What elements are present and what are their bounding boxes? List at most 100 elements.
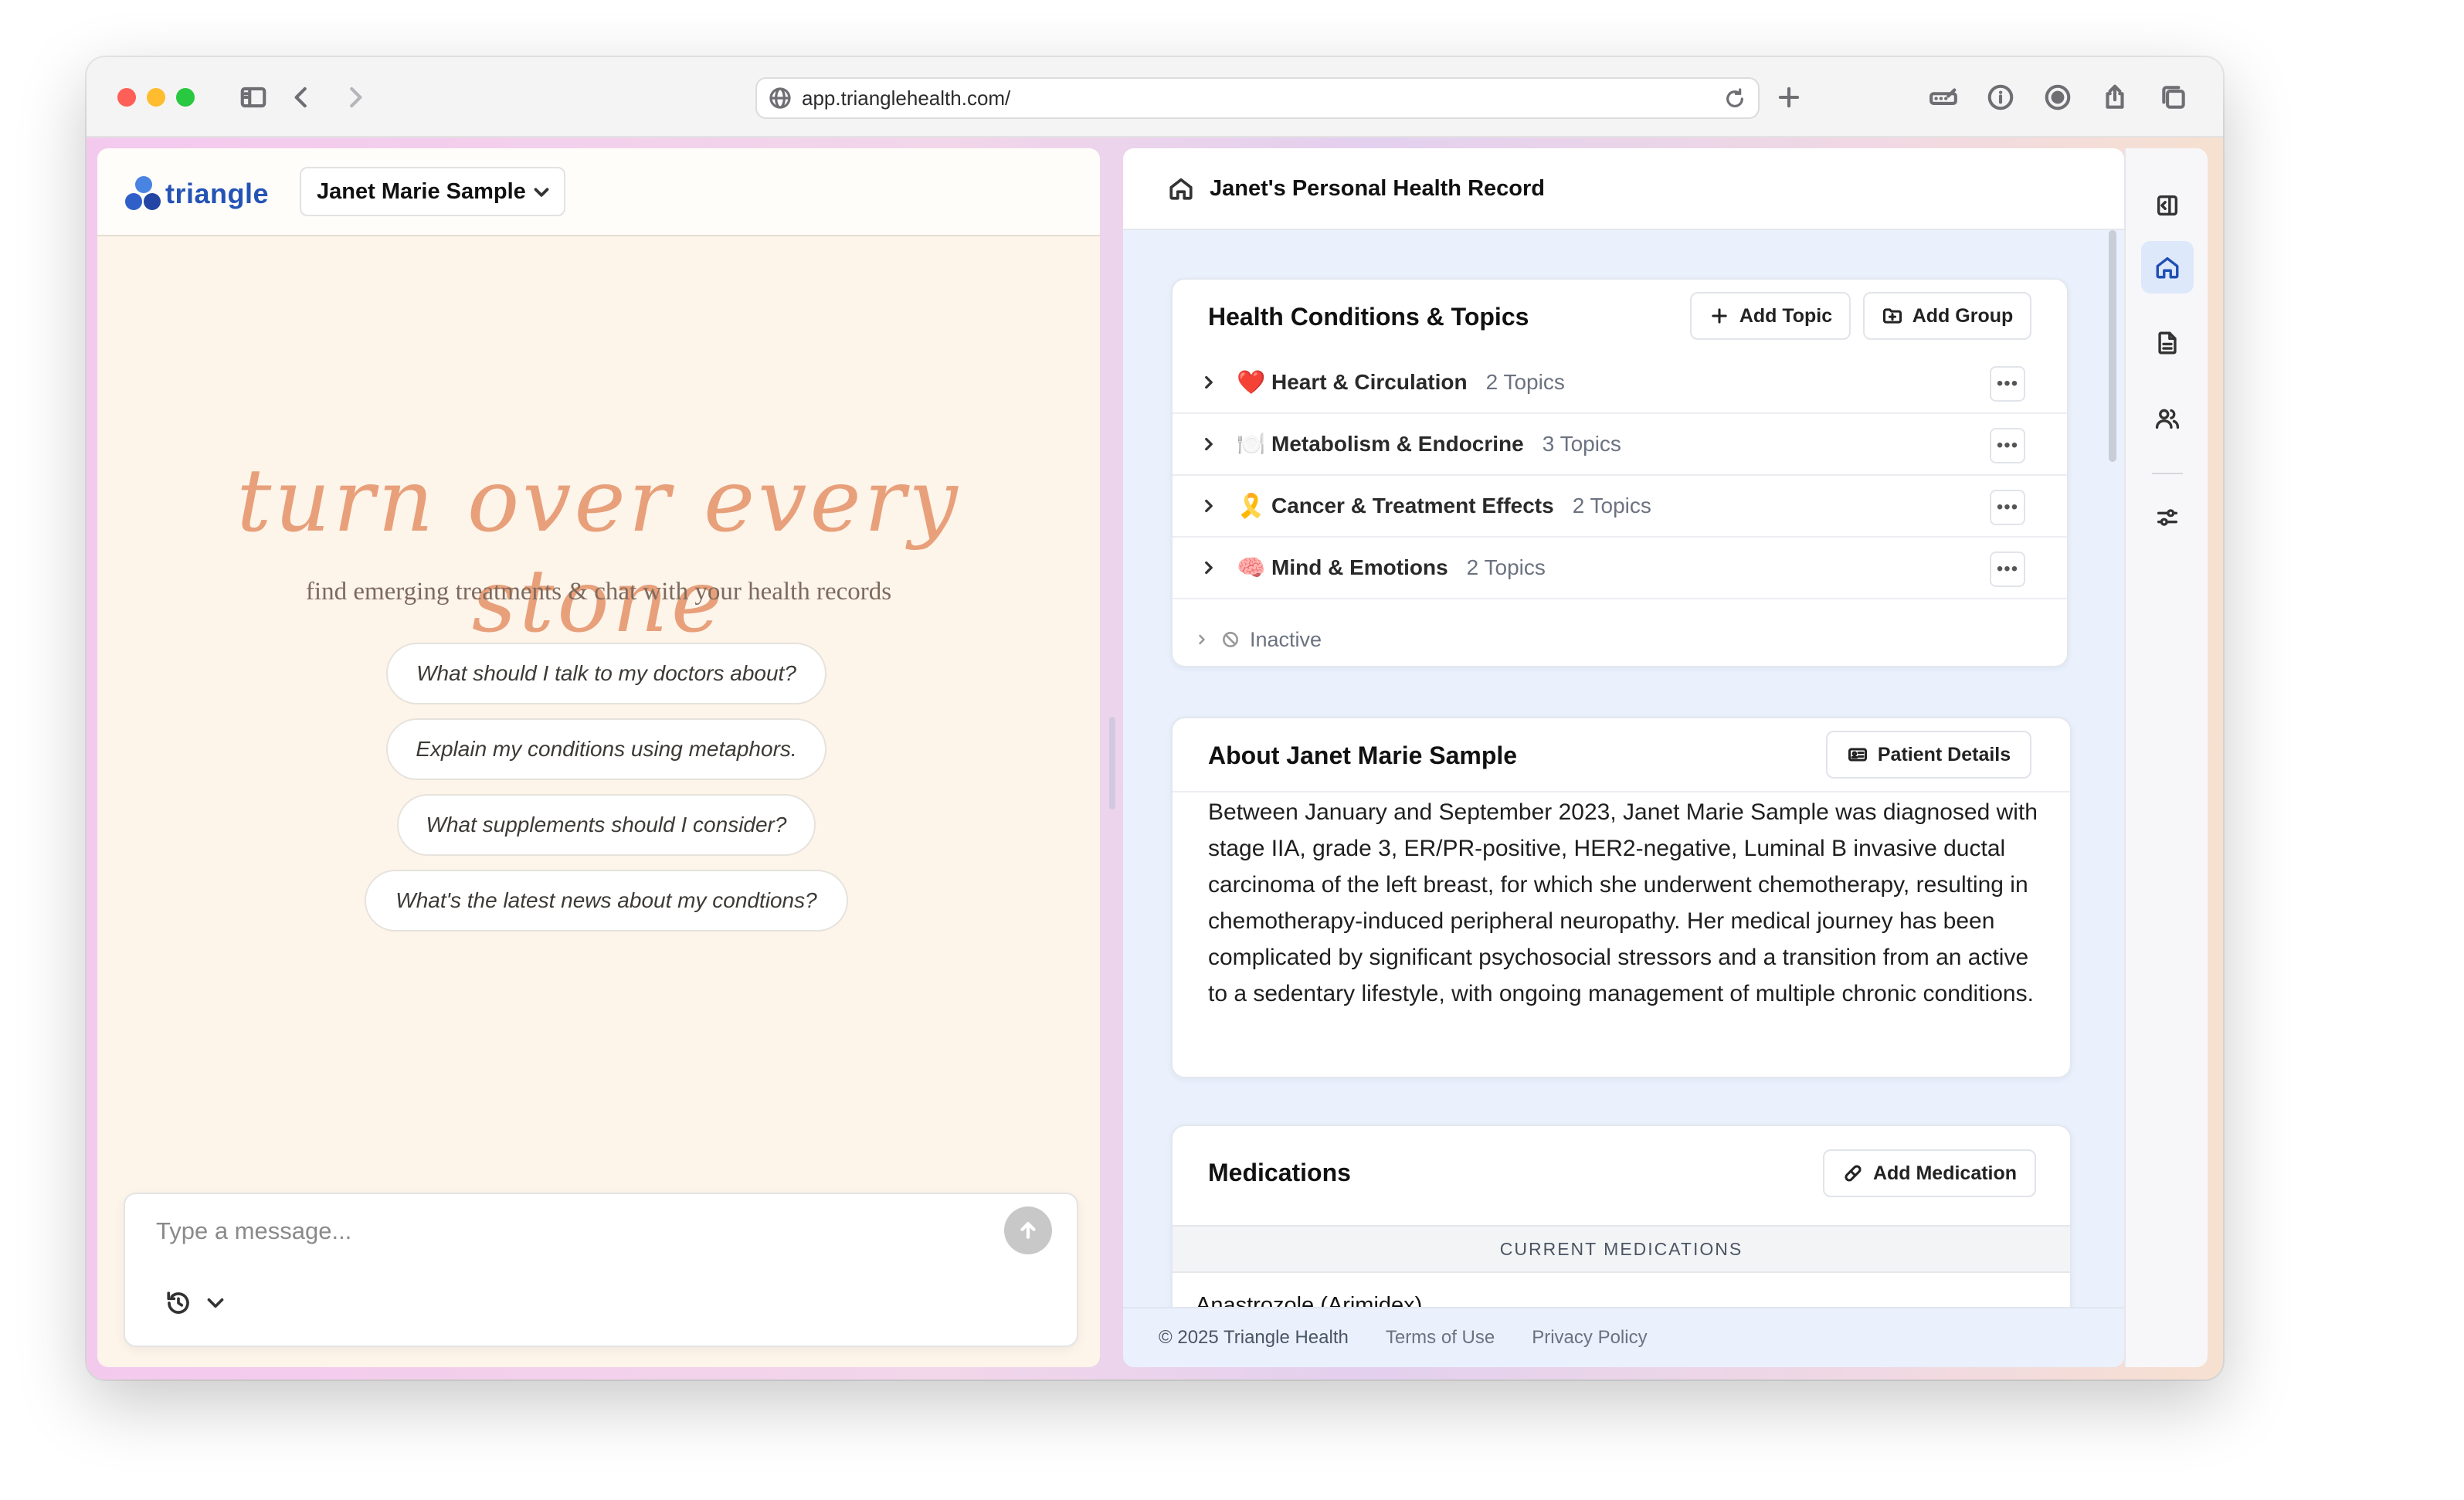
more-options-icon[interactable]: •••: [1990, 551, 2025, 587]
condition-topic-count: 3 Topics: [1542, 432, 1621, 456]
condition-group-name: Mind & Emotions: [1271, 555, 1448, 579]
medications-card-title: Medications: [1208, 1159, 1351, 1186]
sidebar-toggle-icon[interactable]: [233, 77, 273, 117]
heart-icon: ❤️: [1237, 369, 1266, 395]
page-content: triangle Janet Marie Sample turn over ev…: [87, 137, 2223, 1380]
patient-selector[interactable]: Janet Marie Sample: [300, 167, 565, 216]
rail-settings-button[interactable]: [2141, 491, 2194, 544]
plus-icon: [1709, 305, 1730, 327]
id-card-icon: [1847, 744, 1868, 765]
panel-resize-handle[interactable]: [1109, 717, 1115, 809]
message-input[interactable]: Type a message...: [156, 1217, 351, 1245]
more-options-icon[interactable]: •••: [1990, 428, 2025, 463]
conditions-card-title: Health Conditions & Topics: [1208, 303, 1529, 331]
prompt-suggestion-doctors[interactable]: What should I talk to my doctors about?: [386, 643, 826, 704]
forward-arrow-icon[interactable]: [335, 77, 375, 117]
chat-header: triangle Janet Marie Sample: [97, 148, 1100, 236]
health-record-panel: Janet's Personal Health Record Health Co…: [1123, 148, 2124, 1367]
document-icon: [2158, 331, 2177, 355]
tabs-overview-icon[interactable]: [2153, 77, 2194, 117]
rail-care-team-button[interactable]: [2141, 392, 2194, 445]
triangle-logo[interactable]: triangle: [125, 176, 269, 212]
browser-toolbar: app.trianglehealth.com/: [87, 57, 2223, 137]
condition-group-row[interactable]: ❤️ Heart & Circulation 2 Topics •••: [1173, 352, 2067, 414]
condition-group-name: Heart & Circulation: [1271, 370, 1468, 394]
info-icon[interactable]: [1980, 77, 2021, 117]
condition-topic-count: 2 Topics: [1572, 494, 1651, 518]
more-options-icon[interactable]: •••: [1990, 366, 2025, 402]
add-topic-label: Add Topic: [1739, 304, 1833, 327]
send-button[interactable]: [1004, 1206, 1052, 1254]
add-group-label: Add Group: [1912, 304, 2014, 327]
chevron-right-icon: [1194, 632, 1210, 647]
users-icon: [2155, 409, 2180, 429]
terms-link[interactable]: Terms of Use: [1386, 1327, 1495, 1349]
new-tab-plus-icon[interactable]: [1769, 77, 1809, 117]
arrow-up-icon: [1020, 1222, 1036, 1239]
chevron-right-icon: [1199, 372, 1219, 392]
home-icon: [1168, 175, 1194, 202]
add-group-button[interactable]: Add Group: [1863, 292, 2031, 340]
privacy-link[interactable]: Privacy Policy: [1532, 1327, 1647, 1349]
pill-icon: [1842, 1162, 1864, 1184]
close-window-button[interactable]: [117, 88, 136, 107]
record-scrollbar[interactable]: [2109, 230, 2116, 462]
hero-subtitle: find emerging treatments & chat with you…: [305, 578, 892, 606]
rail-documents-button[interactable]: [2141, 317, 2194, 369]
record-icon[interactable]: [2038, 77, 2078, 117]
condition-group-row[interactable]: 🍽️ Metabolism & Endocrine 3 Topics •••: [1173, 414, 2067, 476]
prompt-suggestion-news[interactable]: What's the latest news about my condtion…: [365, 870, 848, 932]
chat-panel: triangle Janet Marie Sample turn over ev…: [97, 148, 1100, 1367]
password-key-icon[interactable]: [1923, 77, 1963, 117]
chevron-right-icon: [1199, 558, 1219, 578]
patient-selector-label: Janet Marie Sample: [317, 178, 526, 204]
patient-summary-text: Between January and September 2023, Jane…: [1208, 799, 2038, 1006]
record-title: Janet's Personal Health Record: [1210, 175, 1545, 201]
prompt-suggestion-metaphors[interactable]: Explain my conditions using metaphors.: [386, 718, 826, 780]
current-medications-header: CURRENT MEDICATIONS: [1173, 1225, 2070, 1273]
history-icon: [165, 1290, 192, 1316]
collapse-panel-button[interactable]: [2141, 179, 2194, 232]
zoom-window-button[interactable]: [176, 88, 195, 107]
condition-group-name: Metabolism & Endocrine: [1271, 432, 1524, 456]
side-rail: [2124, 148, 2208, 1367]
globe-icon: [768, 86, 792, 110]
chevron-right-icon: [1199, 496, 1219, 516]
add-medication-label: Add Medication: [1872, 1162, 2018, 1184]
chevron-right-icon: [1199, 434, 1219, 454]
ribbon-icon: 🎗️: [1237, 493, 1266, 519]
patient-details-label: Patient Details: [1877, 743, 2011, 765]
folder-plus-icon: [1882, 305, 1903, 327]
record-header: Janet's Personal Health Record: [1123, 148, 2124, 230]
reload-icon[interactable]: [1722, 87, 1747, 111]
condition-group-row[interactable]: 🧠 Mind & Emotions 2 Topics •••: [1173, 538, 2067, 599]
brain-icon: 🧠: [1237, 555, 1266, 581]
copyright-text: © 2025 Triangle Health: [1159, 1327, 1349, 1348]
add-topic-button[interactable]: Add Topic: [1690, 292, 1851, 340]
history-button[interactable]: [165, 1290, 229, 1316]
inactive-label: Inactive: [1250, 627, 1322, 651]
condition-topic-count: 2 Topics: [1485, 370, 1565, 394]
browser-window: app.trianglehealth.com/ triangle Janet M…: [87, 57, 2223, 1380]
back-arrow-icon[interactable]: [281, 77, 321, 117]
condition-group-row[interactable]: 🎗️ Cancer & Treatment Effects 2 Topics •…: [1173, 476, 2067, 538]
chevron-down-icon: [530, 181, 553, 204]
condition-group-name: Cancer & Treatment Effects: [1271, 494, 1554, 518]
url-text: app.trianglehealth.com/: [802, 86, 1011, 110]
add-medication-button[interactable]: Add Medication: [1823, 1149, 2036, 1197]
inactive-group-row[interactable]: Inactive: [1173, 616, 2067, 663]
sliders-icon: [2157, 509, 2178, 526]
prompt-suggestion-supplements[interactable]: What supplements should I consider?: [397, 794, 816, 856]
share-icon[interactable]: [2095, 77, 2135, 117]
patient-details-button[interactable]: Patient Details: [1826, 731, 2031, 779]
more-options-icon[interactable]: •••: [1990, 490, 2025, 525]
minimize-window-button[interactable]: [147, 88, 165, 107]
chevron-down-icon: [202, 1290, 229, 1316]
card-divider: [1173, 791, 2070, 792]
ban-icon: [1220, 630, 1240, 650]
rail-divider: [2152, 473, 2183, 474]
rail-home-button[interactable]: [2141, 241, 2194, 294]
address-bar[interactable]: app.trianglehealth.com/: [755, 77, 1760, 119]
message-composer: Type a message...: [124, 1193, 1078, 1347]
about-patient-card: About Janet Marie Sample Patient Details…: [1171, 717, 2072, 1078]
